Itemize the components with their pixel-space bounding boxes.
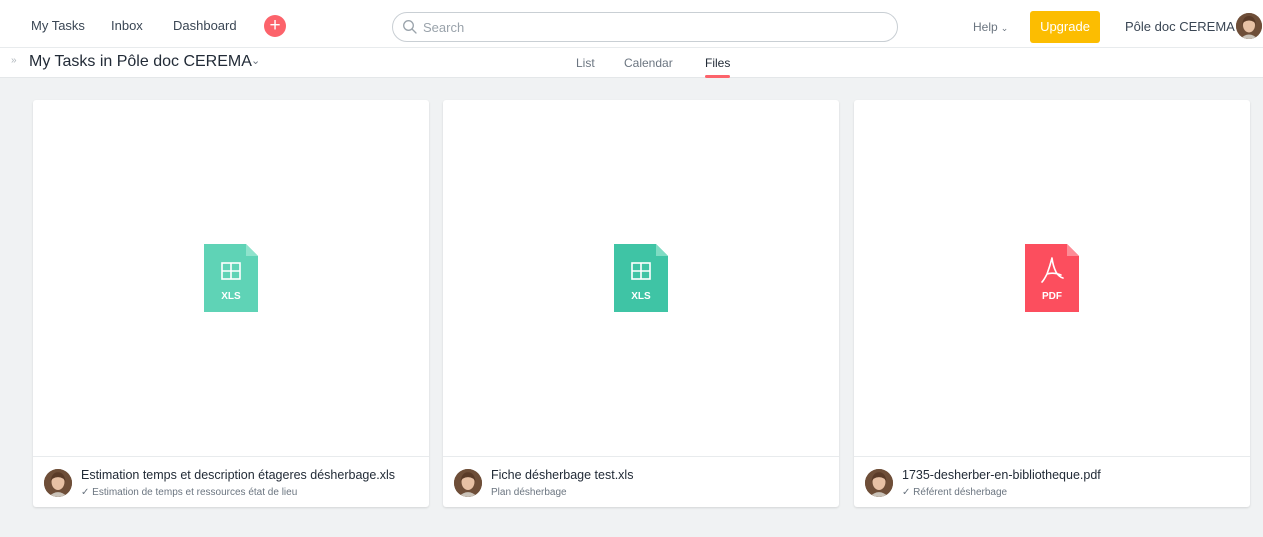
chevron-down-icon[interactable]: ⌄ [251, 54, 260, 67]
top-bar: My Tasks Inbox Dashboard + Help⌄ Upgrade… [0, 0, 1263, 48]
file-type-label: PDF [1042, 291, 1062, 302]
file-card[interactable]: PDF 1735-desherber-en-bibliotheque.pdf ✓… [854, 100, 1250, 507]
tab-files[interactable]: Files [705, 56, 730, 70]
search-bar[interactable] [392, 12, 898, 42]
help-label: Help [973, 20, 998, 34]
file-task[interactable]: Plan désherbage [491, 487, 567, 498]
avatar [865, 469, 893, 497]
file-name[interactable]: Estimation temps et description étageres… [81, 468, 395, 482]
search-input[interactable] [423, 18, 883, 36]
help-menu[interactable]: Help ⌄ [973, 20, 1008, 34]
file-type-label: XLS [631, 291, 651, 302]
plus-icon: + [269, 15, 281, 36]
workspace-name[interactable]: Pôle doc CEREMA [1125, 19, 1235, 34]
file-type-label: XLS [221, 291, 241, 302]
divider [854, 456, 1250, 457]
file-preview[interactable]: XLS [443, 100, 839, 456]
file-name[interactable]: 1735-desherber-en-bibliotheque.pdf [902, 468, 1101, 482]
nav-dashboard[interactable]: Dashboard [173, 18, 237, 33]
divider [33, 456, 429, 457]
page-header: » My Tasks in Pôle doc CEREMA ⌄ List Cal… [0, 48, 1263, 78]
spreadsheet-icon: XLS [204, 244, 258, 312]
file-name[interactable]: Fiche désherbage test.xls [491, 468, 633, 482]
nav-inbox[interactable]: Inbox [111, 18, 143, 33]
divider [443, 456, 839, 457]
nav-my-tasks[interactable]: My Tasks [31, 18, 85, 33]
pdf-icon: PDF [1025, 244, 1079, 312]
user-avatar[interactable] [1236, 13, 1262, 39]
file-preview[interactable]: PDF [854, 100, 1250, 456]
upgrade-button[interactable]: Upgrade [1030, 11, 1100, 43]
file-task[interactable]: ✓ Référent désherbage [902, 487, 1007, 498]
avatar [44, 469, 72, 497]
collapse-sidebar-icon[interactable]: » [11, 55, 17, 66]
file-card[interactable]: XLS Fiche désherbage test.xls Plan déshe… [443, 100, 839, 507]
active-tab-indicator [705, 75, 730, 78]
file-card[interactable]: XLS Estimation temps et description étag… [33, 100, 429, 507]
tab-list[interactable]: List [576, 56, 595, 70]
quick-add-button[interactable]: + [264, 15, 286, 37]
file-task[interactable]: ✓ Estimation de temps et ressources état… [81, 487, 297, 498]
file-preview[interactable]: XLS [33, 100, 429, 456]
search-icon [402, 19, 418, 40]
page-title: My Tasks in Pôle doc CEREMA [29, 53, 252, 70]
spreadsheet-icon: XLS [614, 244, 668, 312]
avatar [454, 469, 482, 497]
tab-calendar[interactable]: Calendar [624, 56, 673, 70]
chevron-down-icon: ⌄ [1000, 23, 1009, 33]
